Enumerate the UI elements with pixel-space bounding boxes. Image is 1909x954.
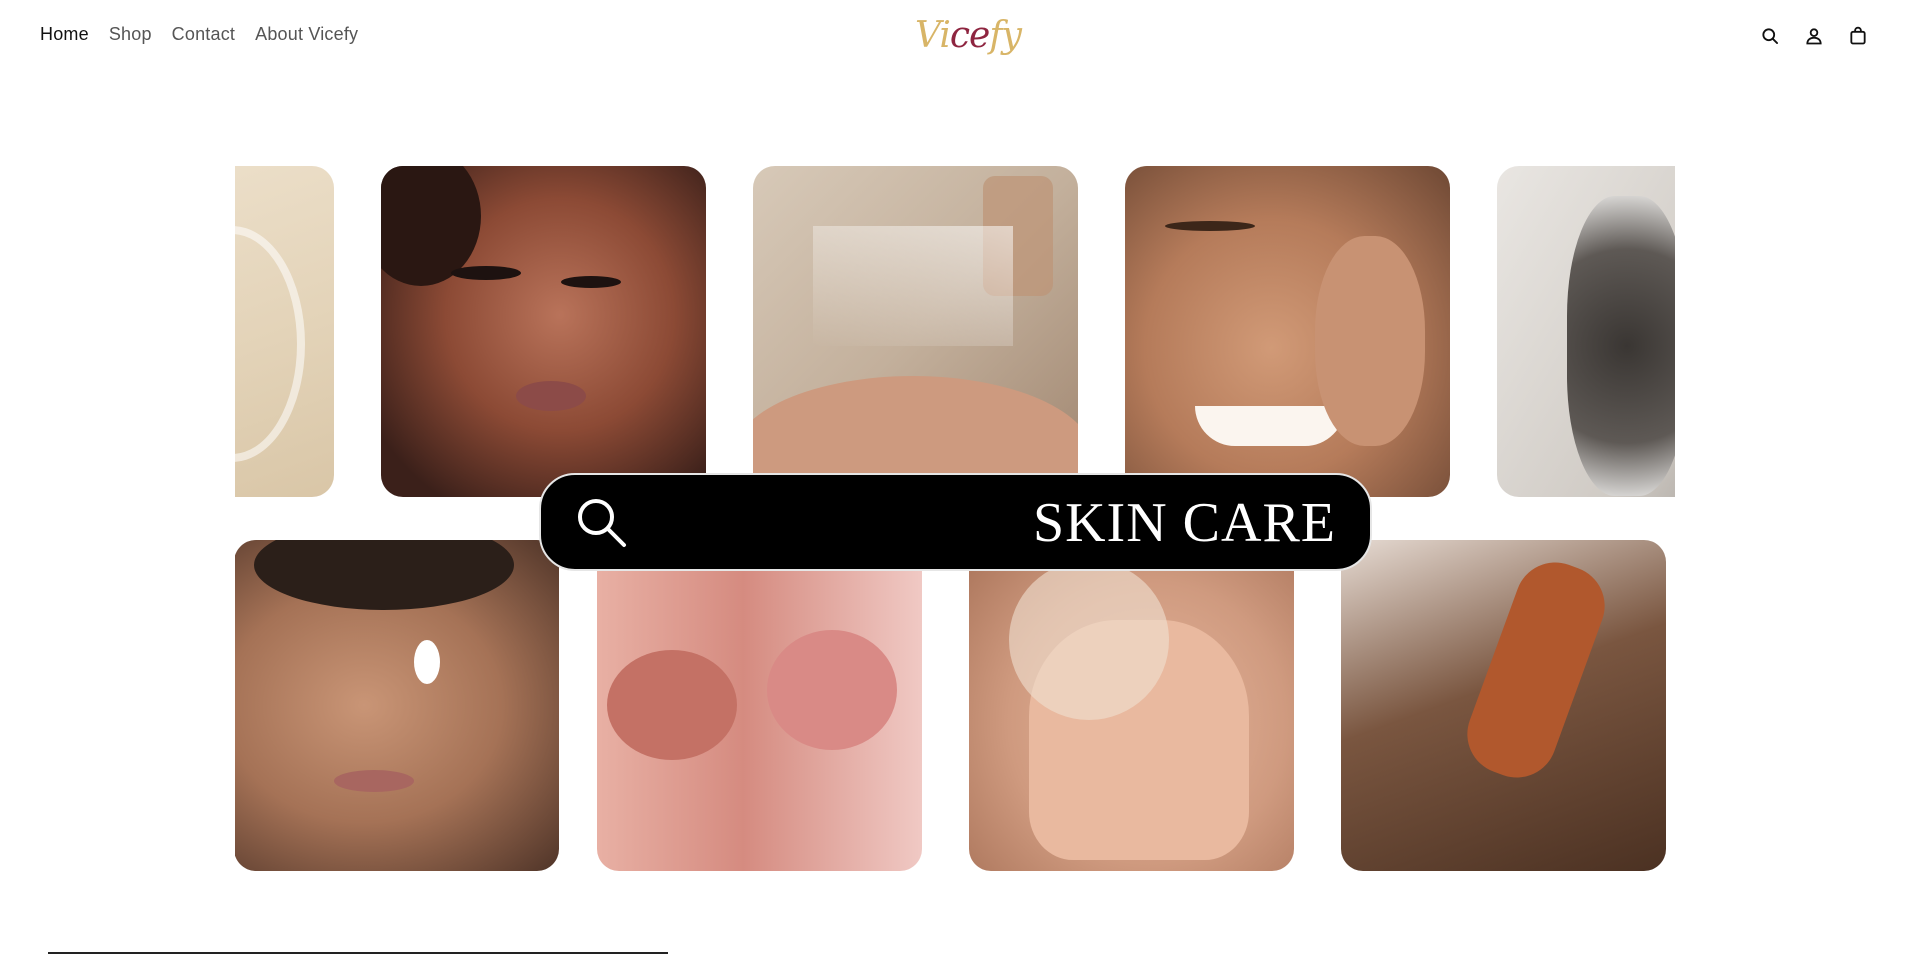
logo-part-2: ce	[949, 15, 990, 56]
main-nav: Home Shop Contact About Vicefy	[40, 24, 358, 45]
skin-care-search-banner[interactable]: SKIN CARE	[539, 473, 1372, 571]
cream-swatch-image	[235, 166, 334, 497]
hair-brushing-image	[1341, 540, 1666, 871]
header-actions	[1759, 25, 1869, 47]
cart-icon[interactable]	[1847, 25, 1869, 47]
search-icon[interactable]	[1759, 25, 1781, 47]
body-scrub-image	[969, 540, 1294, 871]
hair-washing-foam-image	[1497, 166, 1675, 497]
skin-care-label: SKIN CARE	[1032, 492, 1336, 554]
man-applying-cream-image	[235, 540, 559, 871]
nav-home-link[interactable]: Home	[40, 24, 89, 45]
man-smiling-skincare-image	[1125, 166, 1450, 497]
nav-about-link[interactable]: About Vicefy	[255, 24, 358, 45]
logo-part-1: Vi	[915, 15, 951, 56]
account-icon[interactable]	[1803, 25, 1825, 47]
nav-shop-link[interactable]: Shop	[109, 24, 152, 45]
woman-eyeliner-portrait-image	[381, 166, 706, 497]
magnifier-icon	[574, 495, 630, 551]
glossy-lips-image	[597, 540, 922, 871]
nav-contact-link[interactable]: Contact	[172, 24, 235, 45]
logo-part-3: fy	[989, 15, 1022, 56]
site-header: Home Shop Contact About Vicefy Vicefy	[0, 0, 1909, 74]
perfume-spray-image	[753, 166, 1078, 497]
brand-logo[interactable]: Vicefy	[915, 14, 1022, 58]
